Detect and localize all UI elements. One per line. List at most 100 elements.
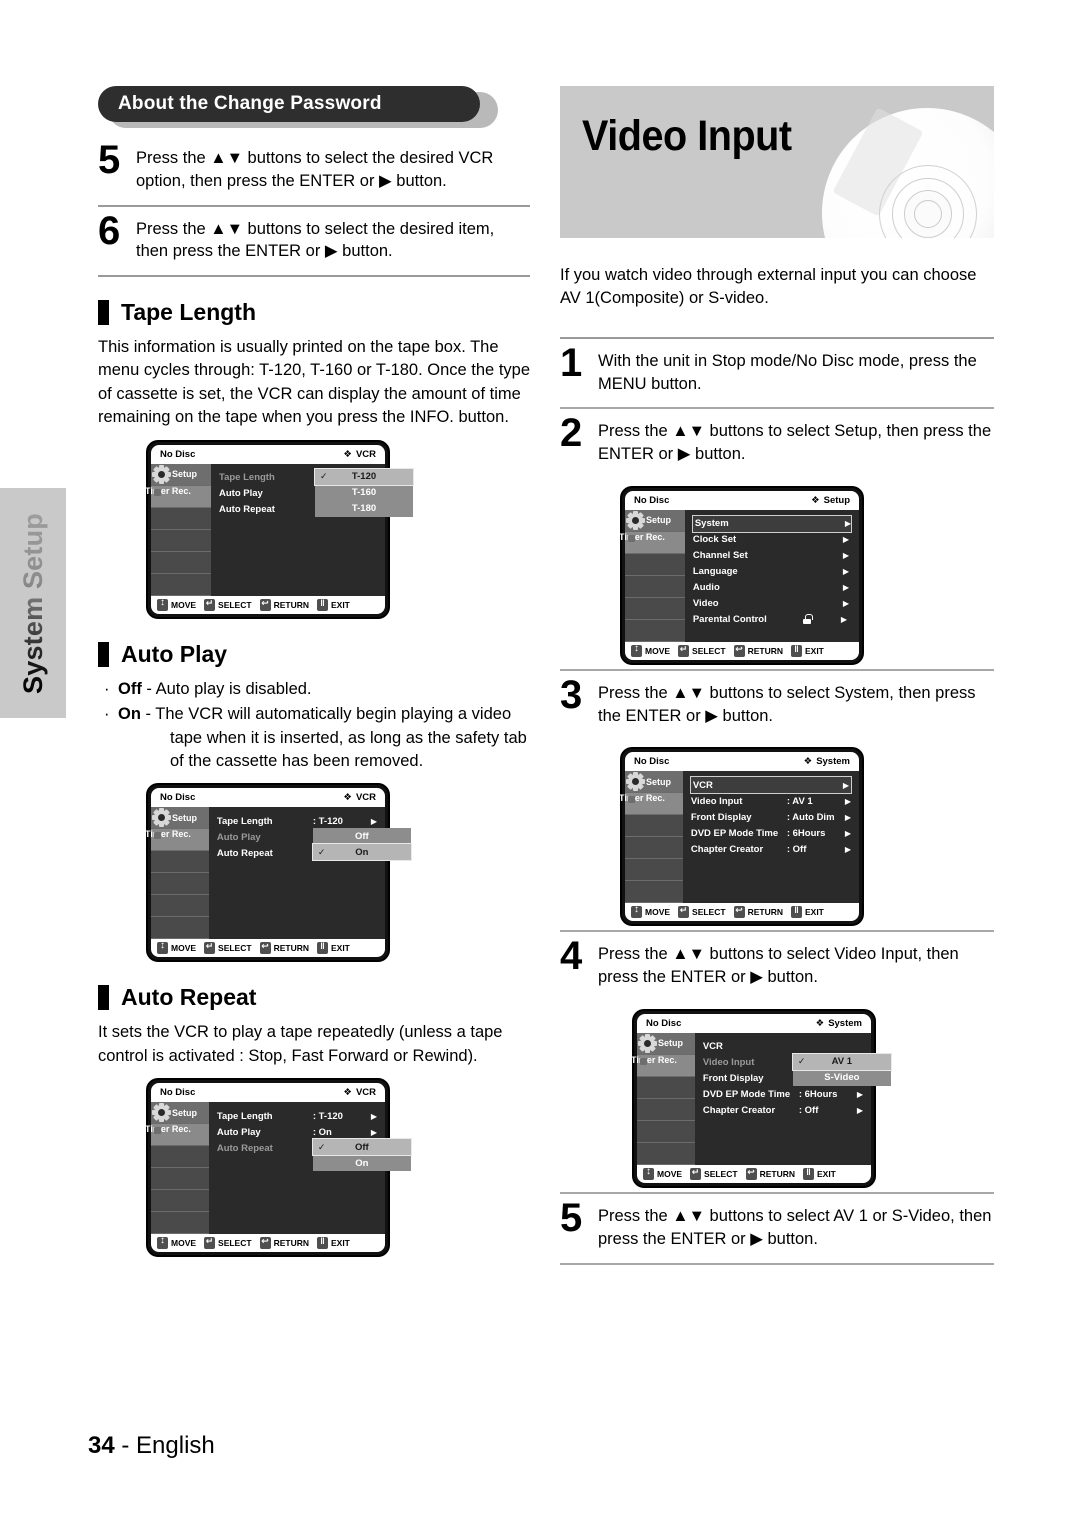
osd-row[interactable]: System ▶ — [691, 514, 853, 533]
osd-btn-move-label: MOVE — [171, 943, 197, 954]
osd-sidebar: Setup Timer Rec. — [619, 509, 685, 642]
osd-row-label: Auto Repeat — [216, 847, 273, 859]
osd-btn-exit[interactable]: EXIT — [316, 598, 350, 611]
osd-popup-tape-length: ✓ T-120 T-160 T-180 — [314, 467, 414, 517]
osd-sidebar-blank — [151, 529, 211, 552]
osd-row[interactable]: Video ▶ — [693, 596, 851, 612]
osd-sidebar-item-setup[interactable]: Setup — [151, 807, 209, 830]
osd-sidebar-item-setup[interactable]: Setup — [637, 1032, 695, 1055]
osd-btn-select[interactable]: SELECT — [204, 1236, 252, 1250]
osd-sidebar-item-setup[interactable]: Setup — [625, 509, 685, 532]
osd-btn-exit[interactable]: EXIT — [316, 941, 350, 955]
osd-btn-move[interactable]: MOVE — [157, 940, 197, 955]
osd-popup-item[interactable]: ✓ T-120 — [314, 467, 414, 486]
osd-popup-item[interactable]: Off — [313, 828, 411, 844]
move-icon — [643, 1166, 654, 1180]
osd-row[interactable]: DVD EP Mode Time: 6Hours ▶ — [691, 825, 851, 841]
osd-sidebar-item-timer-rec[interactable]: Timer Rec. — [145, 1124, 209, 1147]
osd-popup-item[interactable]: T-180 — [315, 501, 413, 517]
osd-btn-move[interactable]: MOVE — [157, 597, 196, 611]
osd-screen-auto-play: No Disc ❖ VCR Setup Timer Rec. Tape Leng… — [145, 783, 412, 963]
step-number: 1 — [560, 340, 583, 385]
osd-btn-exit[interactable]: EXIT — [790, 905, 824, 919]
osd-btn-select[interactable]: SELECT — [690, 1167, 738, 1180]
osd-sidebar-blank — [151, 573, 211, 596]
osd-row-label: Auto Play — [216, 1126, 261, 1138]
osd-sidebar: Setup Timer Rec. — [631, 1032, 695, 1165]
chevron-right-icon: ▶ — [842, 583, 849, 593]
osd-btn-move[interactable]: MOVE — [631, 904, 670, 919]
osd-popup-item[interactable]: ✓ Off — [311, 1138, 412, 1157]
osd-btn-return[interactable]: RETURN — [745, 1167, 795, 1180]
osd-btn-select[interactable]: SELECT — [204, 941, 252, 955]
chevron-right-icon: ▶ — [842, 567, 849, 577]
osd-sidebar-timer-label: Timer Rec. — [631, 1054, 677, 1065]
osd-row[interactable]: Parental Control ▶ — [693, 612, 851, 628]
osd-btn-return-label: RETURN — [747, 645, 783, 656]
return-icon — [733, 905, 745, 919]
osd-btn-select[interactable]: SELECT — [678, 905, 726, 919]
osd-row: Tape Length : T-120 ▶ — [217, 1108, 377, 1124]
osd-btn-move[interactable]: MOVE — [157, 1235, 196, 1250]
osd-row[interactable]: VCR ▶ — [689, 776, 853, 795]
osd-row-value: : Off — [798, 1105, 819, 1117]
osd-row-label: Language — [692, 566, 738, 578]
osd-sidebar-item-setup[interactable]: Setup — [151, 463, 211, 486]
osd-btn-exit[interactable]: EXIT — [802, 1167, 836, 1180]
osd-btn-select[interactable]: SELECT — [204, 598, 252, 611]
osd-row-label: Front Display — [690, 811, 752, 823]
osd-sidebar-item-timer-rec[interactable]: Timer Rec. — [631, 1054, 695, 1077]
osd-row-value: : 6Hours — [798, 1089, 838, 1101]
page-title: Video Input — [582, 112, 792, 160]
page-number: 34 — [88, 1432, 115, 1459]
chevron-right-icon: ▶ — [842, 780, 849, 790]
osd-popup-item[interactable]: ✓ AV 1 — [791, 1052, 892, 1071]
bullet-body: Off - Auto play is disabled. — [118, 678, 530, 701]
osd-button-bar: MOVE SELECT RETURN EXIT — [637, 1164, 871, 1183]
osd-popup-item[interactable]: S-Video — [793, 1070, 891, 1086]
page-title-banner: Video Input — [560, 86, 994, 238]
osd-sidebar-item-timer-rec[interactable]: Timer Rec. — [619, 531, 685, 554]
osd-sidebar-item-timer-rec[interactable]: Timer Rec. — [145, 485, 211, 508]
osd-mode-icon: ❖ — [811, 494, 820, 506]
osd-btn-move[interactable]: MOVE — [643, 1166, 682, 1180]
osd-btn-exit[interactable]: EXIT — [316, 1236, 350, 1250]
osd-sidebar-setup-label: Setup — [172, 469, 198, 480]
osd-row[interactable]: Chapter Creator: Off ▶ — [691, 841, 851, 857]
osd-sidebar-blank — [151, 873, 209, 896]
osd-row[interactable]: Language ▶ — [693, 564, 851, 580]
osd-btn-exit[interactable]: EXIT — [790, 644, 824, 657]
osd-btn-return[interactable]: RETURN — [259, 598, 309, 611]
osd-sidebar-item-setup[interactable]: Setup — [625, 771, 683, 794]
chevron-right-icon: ▶ — [844, 796, 851, 806]
osd-main: VCR ▶ Video Input: AV 1 ▶ Front Display: A… — [683, 771, 859, 903]
osd-btn-return[interactable]: RETURN — [733, 905, 783, 919]
osd-btn-move[interactable]: MOVE — [631, 643, 670, 657]
osd-btn-return[interactable]: RETURN — [259, 1236, 309, 1250]
osd-sidebar-item-setup[interactable]: Setup — [151, 1102, 209, 1125]
step-text: Press the ▲▼ buttons to select System, t… — [598, 683, 976, 725]
osd-row[interactable]: Audio ▶ — [693, 580, 851, 596]
return-icon — [733, 644, 745, 657]
osd-popup-item[interactable]: On — [313, 1155, 411, 1171]
osd-row[interactable]: Front Display: Auto Dim ▶ — [691, 809, 851, 825]
osd-row[interactable]: Clock Set ▶ — [693, 532, 851, 548]
auto-play-bullets: · Off - Auto play is disabled. · On - Th… — [104, 678, 530, 774]
osd-body: Setup Timer Rec. VCR Video Input Front D… — [631, 1032, 892, 1165]
osd-row-label: Auto Play — [216, 831, 261, 843]
osd-row[interactable]: Channel Set ▶ — [693, 548, 851, 564]
osd-popup-item[interactable]: T-160 — [315, 485, 413, 501]
osd-popup-item[interactable]: ✓ On — [311, 843, 412, 862]
osd-row[interactable]: Video Input: AV 1 ▶ — [691, 793, 851, 809]
osd-sidebar-item-timer-rec[interactable]: Timer Rec. — [619, 793, 683, 816]
osd-btn-select[interactable]: SELECT — [678, 644, 726, 657]
osd-btn-return-label: RETURN — [759, 1168, 795, 1179]
chevron-right-icon: ▶ — [842, 551, 849, 561]
chevron-right-icon: ▶ — [370, 1127, 377, 1137]
move-icon — [157, 1235, 168, 1250]
osd-btn-return-label: RETURN — [273, 943, 309, 954]
chevron-right-icon: ▶ — [856, 1106, 863, 1116]
osd-btn-return[interactable]: RETURN — [733, 644, 783, 657]
osd-sidebar-item-timer-rec[interactable]: Timer Rec. — [145, 829, 209, 852]
osd-btn-return[interactable]: RETURN — [259, 941, 309, 955]
